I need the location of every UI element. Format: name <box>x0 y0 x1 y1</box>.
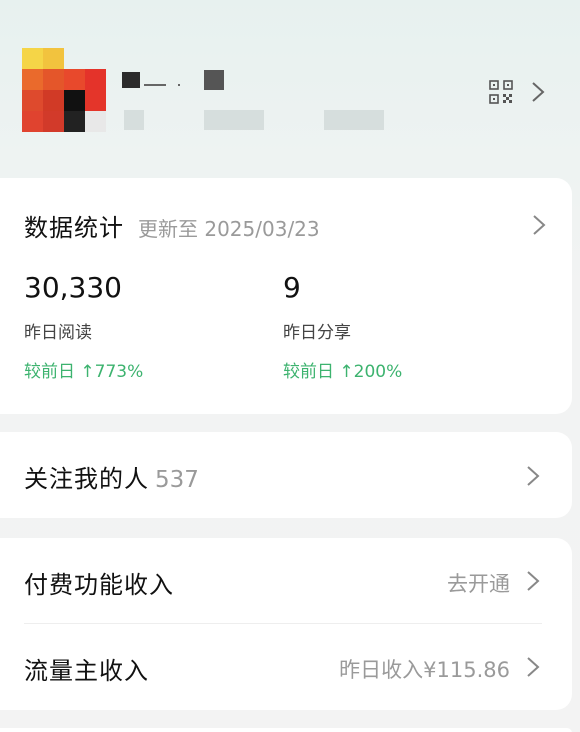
chevron-right-icon[interactable] <box>526 465 540 487</box>
metric-label: 昨日分享 <box>283 323 351 343</box>
stats-card[interactable]: 数据统计 更新至 2025/03/23 30,330 昨日阅读 较前日 ↑773… <box>0 178 572 414</box>
metric-value: 30,330 <box>24 271 122 304</box>
followers-label: 关注我的人 <box>24 465 149 493</box>
traffic-income-value[interactable]: 昨日收入¥115.86 <box>339 654 510 684</box>
followers-label-wrap: 关注我的人 537 <box>24 459 199 494</box>
stats-title: 数据统计 <box>24 214 124 242</box>
followers-row[interactable]: 关注我的人 537 <box>0 432 572 518</box>
nickname-redacted <box>122 66 242 92</box>
chevron-right-icon[interactable] <box>526 656 540 678</box>
metric-yesterday-reads: 30,330 昨日阅读 较前日 ↑773% <box>24 270 143 382</box>
chevron-right-icon[interactable] <box>526 570 540 592</box>
income-card: 付费功能收入 去开通 流量主收入 昨日收入¥115.86 <box>0 538 572 710</box>
paid-income-label[interactable]: 付费功能收入 <box>24 565 174 600</box>
avatar[interactable] <box>22 48 106 132</box>
chevron-right-icon[interactable] <box>530 81 546 103</box>
stats-updated-date: 更新至 2025/03/23 <box>138 217 320 241</box>
metric-label: 昨日阅读 <box>24 323 92 343</box>
paid-income-action[interactable]: 去开通 <box>447 568 510 598</box>
metric-change: 较前日 ↑200% <box>283 362 403 382</box>
traffic-income-label[interactable]: 流量主收入 <box>24 651 149 686</box>
divider <box>24 623 542 624</box>
account-info-redacted <box>120 110 390 130</box>
followers-count: 537 <box>155 467 199 493</box>
metric-change: 较前日 ↑773% <box>24 362 144 382</box>
chevron-right-icon[interactable] <box>532 214 546 236</box>
next-card-peek <box>0 728 572 732</box>
metric-yesterday-shares: 9 昨日分享 较前日 ↑200% <box>283 270 402 382</box>
metric-value: 9 <box>283 271 301 304</box>
profile-header[interactable] <box>0 0 580 170</box>
qr-code-icon[interactable] <box>489 80 513 104</box>
stats-header: 数据统计 更新至 2025/03/23 <box>24 208 320 243</box>
